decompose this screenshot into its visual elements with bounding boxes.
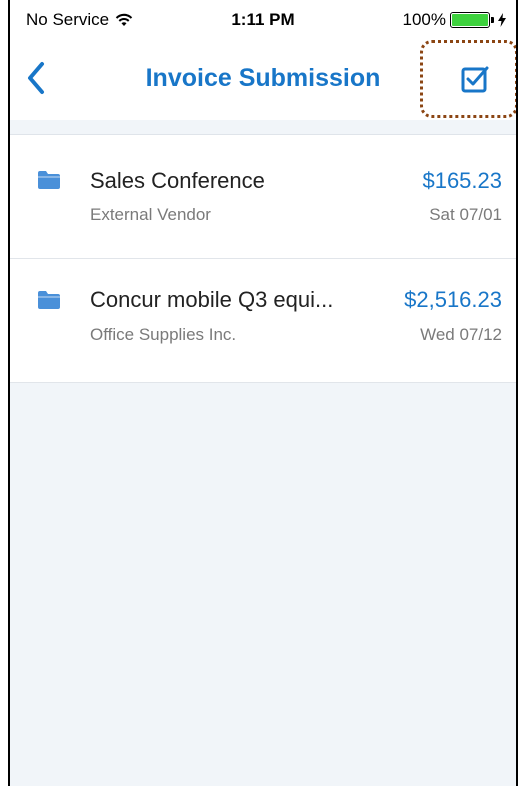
invoice-list: Sales Conference External Vendor $165.23… <box>10 135 516 383</box>
folder-icon <box>38 171 60 189</box>
battery-fill <box>452 14 488 26</box>
navigation-bar: Invoice Submission <box>10 40 516 120</box>
invoice-date: Wed 07/12 <box>420 325 502 344</box>
submit-checkbox-button[interactable] <box>420 40 516 118</box>
folder-icon <box>38 291 60 309</box>
invoice-name: Concur mobile Q3 equi... <box>90 287 334 312</box>
status-right: 100% <box>403 10 506 30</box>
checkbox-icon <box>461 66 489 93</box>
invoice-name: Sales Conference <box>90 168 265 193</box>
invoice-amount: $2,516.23 <box>404 287 502 312</box>
invoice-vendor: Office Supplies Inc. <box>90 325 237 344</box>
charging-icon <box>498 13 506 27</box>
status-bar: No Service 1:11 PM 100% <box>10 0 516 40</box>
invoice-amount: $165.23 <box>422 168 502 193</box>
invoice-vendor: External Vendor <box>90 205 211 224</box>
app-screen: No Service 1:11 PM 100% Invoice Submissi… <box>8 0 518 786</box>
invoice-date: Sat 07/01 <box>429 205 502 224</box>
battery-percent: 100% <box>402 10 446 29</box>
invoice-row[interactable]: Concur mobile Q3 equi... Office Supplies… <box>10 259 516 383</box>
invoice-row[interactable]: Sales Conference External Vendor $165.23… <box>10 135 516 259</box>
nav-divider <box>10 120 516 135</box>
battery-icon <box>450 12 494 28</box>
